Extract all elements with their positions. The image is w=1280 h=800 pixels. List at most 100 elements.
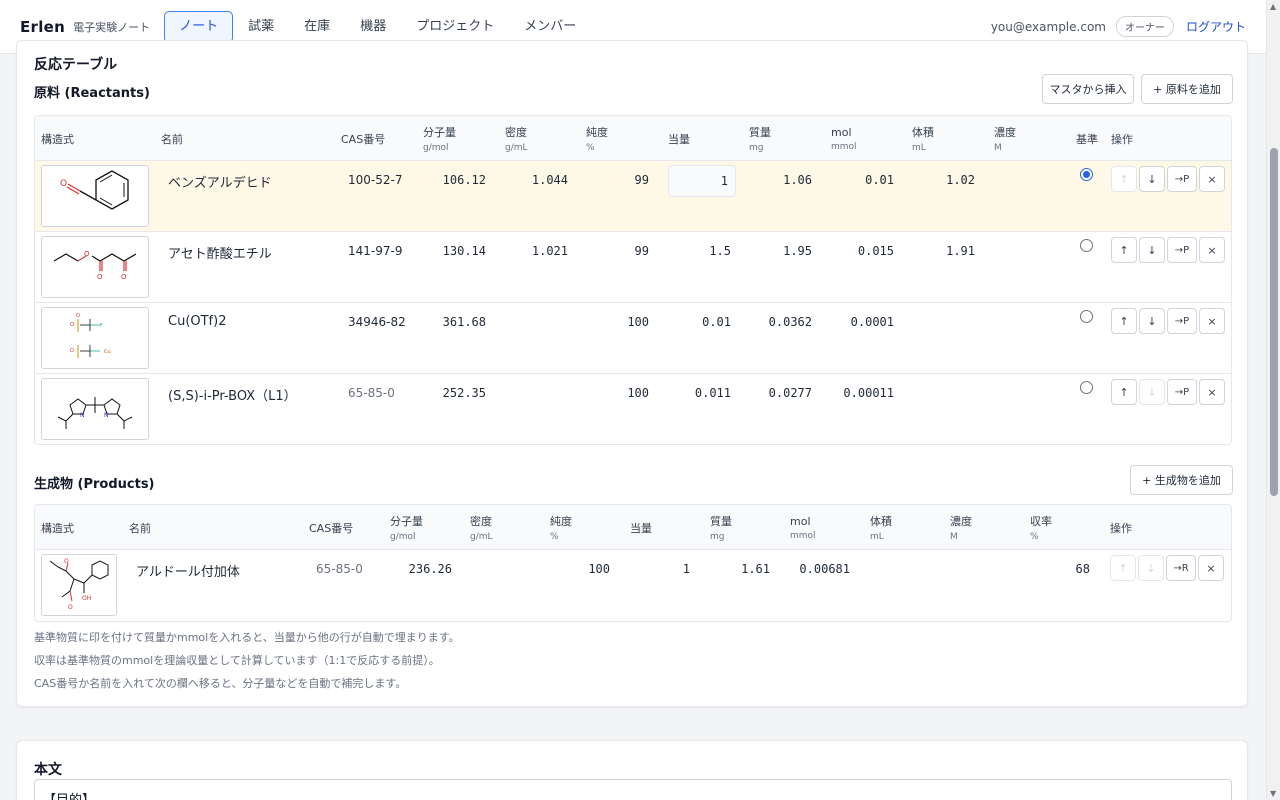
remove-row-button[interactable]: × [1199, 308, 1225, 334]
move-down-button[interactable]: ↓ [1139, 237, 1165, 263]
reactant-row: N N (S,S)-i-Pr-BOX（L1） 65-85-0 252.35 10… [35, 374, 1231, 444]
insert-from-master-button[interactable]: マスタから挿入 [1042, 74, 1134, 104]
base-radio[interactable] [1080, 239, 1093, 252]
reactant-name[interactable]: アセト酢酸エチル [168, 243, 272, 262]
scroll-down-arrow-icon[interactable]: ▼ [1270, 789, 1276, 798]
reactant-density[interactable]: 1.021 [505, 244, 568, 258]
move-up-button[interactable]: ↑ [1111, 166, 1137, 192]
reactant-equiv-input[interactable]: 1 [668, 165, 736, 197]
reactant-purity[interactable]: 99 [586, 244, 649, 258]
product-mw[interactable]: 236.26 [390, 562, 452, 576]
reactant-name[interactable]: Cu(OTf)2 [168, 314, 226, 329]
reactant-mol[interactable]: 0.01 [831, 173, 894, 187]
product-equiv[interactable]: 1 [630, 562, 690, 576]
structure-thumbnail[interactable]: O O F O Cu [41, 307, 149, 369]
reactant-mw[interactable]: 106.12 [423, 173, 486, 187]
reactant-purity[interactable]: 100 [586, 386, 649, 400]
col-density: 密度 g/mL [470, 515, 493, 542]
body-card: 本文 【目的】 [16, 740, 1248, 800]
structure-thumbnail[interactable]: OH O O [41, 554, 117, 616]
col-base: 基準 [1076, 132, 1098, 146]
help-note: 基準物質に印を付けて質量かmmolを入れると、当量から他の行が自動で埋まります。 [34, 631, 460, 644]
product-mass[interactable]: 1.61 [710, 562, 770, 576]
reactant-name[interactable]: (S,S)-i-Pr-BOX（L1） [168, 385, 297, 404]
base-radio[interactable] [1080, 381, 1093, 394]
reactant-equiv[interactable]: 0.011 [668, 386, 731, 400]
reactant-mol[interactable]: 0.0001 [831, 315, 894, 329]
reactant-mass[interactable]: 1.06 [749, 173, 812, 187]
reactant-mass[interactable]: 0.0277 [749, 386, 812, 400]
base-radio[interactable] [1080, 310, 1093, 323]
structure-thumbnail[interactable]: N N [41, 378, 149, 440]
remove-row-button[interactable]: × [1198, 555, 1224, 581]
structure-thumbnail[interactable]: O O O [41, 236, 149, 298]
product-name[interactable]: アルドール付加体 [136, 561, 240, 580]
reactant-mass[interactable]: 0.0362 [749, 315, 812, 329]
move-up-button[interactable]: ↑ [1111, 379, 1137, 405]
reactant-mw[interactable]: 252.35 [423, 386, 486, 400]
move-to-product-button[interactable]: →P [1167, 237, 1197, 263]
reactant-name[interactable]: ベンズアルデヒド [168, 172, 272, 191]
reactant-mol[interactable]: 0.015 [831, 244, 894, 258]
page-scrollbar[interactable]: ▲ ▼ [1266, 0, 1280, 800]
remove-row-button[interactable]: × [1199, 379, 1225, 405]
move-up-button[interactable]: ↑ [1111, 308, 1137, 334]
product-purity[interactable]: 100 [550, 562, 610, 576]
move-to-product-button[interactable]: →P [1167, 308, 1197, 334]
remove-row-button[interactable]: × [1199, 237, 1225, 263]
move-to-product-button[interactable]: →P [1167, 379, 1197, 405]
base-radio[interactable] [1080, 168, 1093, 181]
reactant-cas[interactable]: 141-97-9 [348, 244, 406, 258]
remove-row-button[interactable]: × [1199, 166, 1225, 192]
structure-thumbnail[interactable]: O [41, 165, 149, 227]
move-to-reactant-button[interactable]: →R [1166, 555, 1196, 581]
reactant-volume[interactable]: 1.91 [912, 244, 975, 258]
reactant-purity[interactable]: 99 [586, 173, 649, 187]
reactants-title: 原料 (Reactants) [34, 86, 150, 101]
logout-link[interactable]: ログアウト [1186, 18, 1246, 35]
move-down-button[interactable]: ↓ [1138, 555, 1164, 581]
reactant-density[interactable]: 1.044 [505, 173, 568, 187]
add-product-button[interactable]: + 生成物を追加 [1130, 465, 1233, 495]
col-volume: 体積 mL [912, 126, 934, 153]
move-up-button[interactable]: ↑ [1110, 555, 1136, 581]
nav-members[interactable]: メンバー [509, 11, 591, 43]
brand-logo[interactable]: Erlen [20, 18, 65, 36]
reactant-cas[interactable]: 100-52-7 [348, 173, 406, 187]
col-yield: 収率% [1030, 515, 1052, 542]
move-up-button[interactable]: ↑ [1111, 237, 1137, 263]
reactant-mol[interactable]: 0.00011 [831, 386, 894, 400]
add-reactant-button[interactable]: + 原料を追加 [1141, 74, 1233, 104]
col-mass: 質量 mg [710, 515, 732, 542]
col-mol: mol mmol [831, 125, 857, 152]
svg-text:Cu: Cu [104, 349, 111, 355]
scrollbar-thumb[interactable] [1270, 148, 1278, 496]
nav-equipment[interactable]: 機器 [345, 11, 401, 43]
col-actions: 操作 [1111, 132, 1133, 146]
box-ligand-structure-icon: N N [57, 397, 133, 429]
product-mol[interactable]: 0.00681 [790, 562, 850, 576]
reactant-purity[interactable]: 100 [586, 315, 649, 329]
col-name: 名前 [129, 521, 151, 535]
nav-inventory[interactable]: 在庫 [289, 11, 345, 43]
nav-reagents[interactable]: 試薬 [233, 11, 289, 43]
reactant-cas[interactable]: 65-85-0 [348, 386, 406, 400]
reactant-cas[interactable]: 34946-82 [348, 315, 406, 329]
move-to-product-button[interactable]: →P [1167, 166, 1197, 192]
reactant-equiv[interactable]: 1.5 [668, 244, 731, 258]
nav-projects[interactable]: プロジェクト [401, 11, 509, 43]
move-down-button[interactable]: ↓ [1139, 379, 1165, 405]
body-textarea[interactable]: 【目的】 [34, 779, 1232, 800]
move-down-button[interactable]: ↓ [1139, 166, 1165, 192]
product-cas[interactable]: 65-85-0 [316, 562, 376, 576]
reactant-volume[interactable]: 1.02 [912, 173, 975, 187]
reactant-mass[interactable]: 1.95 [749, 244, 812, 258]
reactant-mw[interactable]: 361.68 [423, 315, 486, 329]
reactants-table-header: 構造式 名前 CAS番号 分子量 g/mol 密度 g/mL 純度% 当量 質量 mg… [35, 116, 1231, 161]
col-cas: CAS番号 [341, 132, 386, 146]
reactant-mw[interactable]: 130.14 [423, 244, 486, 258]
reactant-equiv[interactable]: 0.01 [668, 315, 731, 329]
nav-notes[interactable]: ノート [164, 10, 234, 43]
move-down-button[interactable]: ↓ [1139, 308, 1165, 334]
scroll-up-arrow-icon[interactable]: ▲ [1270, 2, 1276, 11]
